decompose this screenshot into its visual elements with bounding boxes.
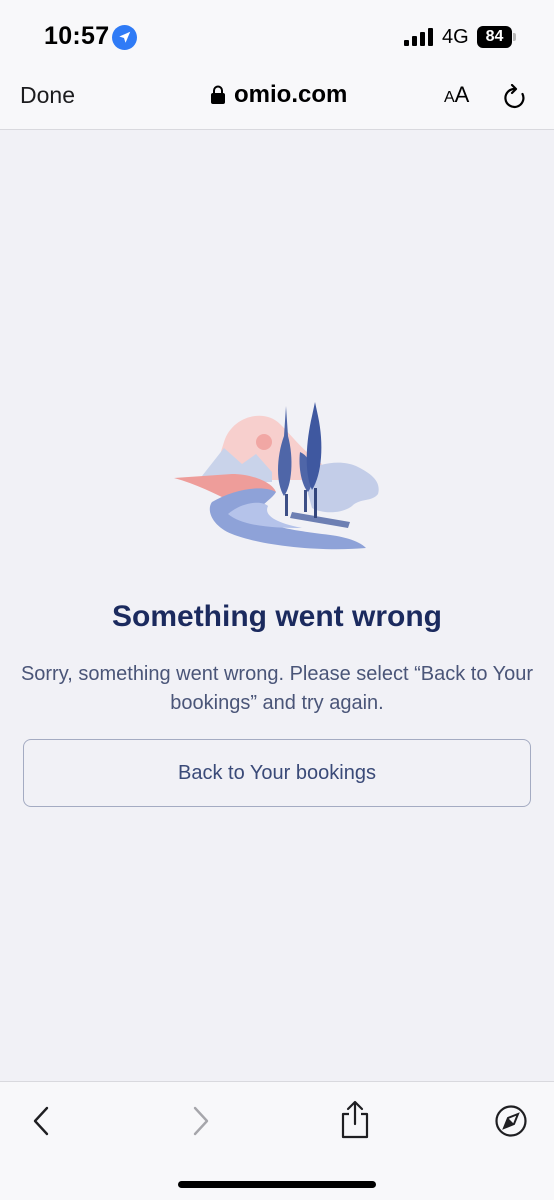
landscape-illustration — [174, 402, 379, 550]
text-size-small-a: A — [444, 89, 455, 106]
network-type: 4G — [442, 26, 469, 48]
status-time: 10:57 — [44, 22, 110, 50]
back-chevron-icon[interactable] — [30, 1104, 52, 1138]
url-text: omio.com — [234, 81, 348, 108]
status-bar: 10:57 4G 84 — [0, 0, 554, 70]
lock-icon — [211, 85, 225, 104]
compass-icon[interactable] — [494, 1104, 528, 1138]
back-to-bookings-button[interactable]: Back to Your bookings — [23, 739, 531, 807]
signal-bars-icon — [404, 28, 433, 46]
text-size-button[interactable]: AA — [444, 82, 469, 108]
home-indicator — [178, 1181, 376, 1188]
battery-tip — [513, 33, 516, 41]
share-icon[interactable] — [339, 1100, 371, 1140]
browser-top-bar: Done omio.com AA — [0, 70, 554, 130]
forward-chevron-icon[interactable] — [190, 1104, 212, 1138]
location-arrow-icon — [112, 25, 137, 50]
battery-icon: 84 — [477, 26, 517, 48]
address-bar[interactable]: omio.com — [210, 80, 347, 110]
done-button[interactable]: Done — [20, 82, 75, 109]
battery-level: 84 — [477, 26, 512, 48]
reload-icon[interactable] — [502, 84, 528, 112]
error-message: Sorry, something went wrong. Please sele… — [20, 663, 534, 714]
error-title: Something went wrong — [112, 600, 442, 633]
text-size-large-a: A — [454, 82, 470, 107]
